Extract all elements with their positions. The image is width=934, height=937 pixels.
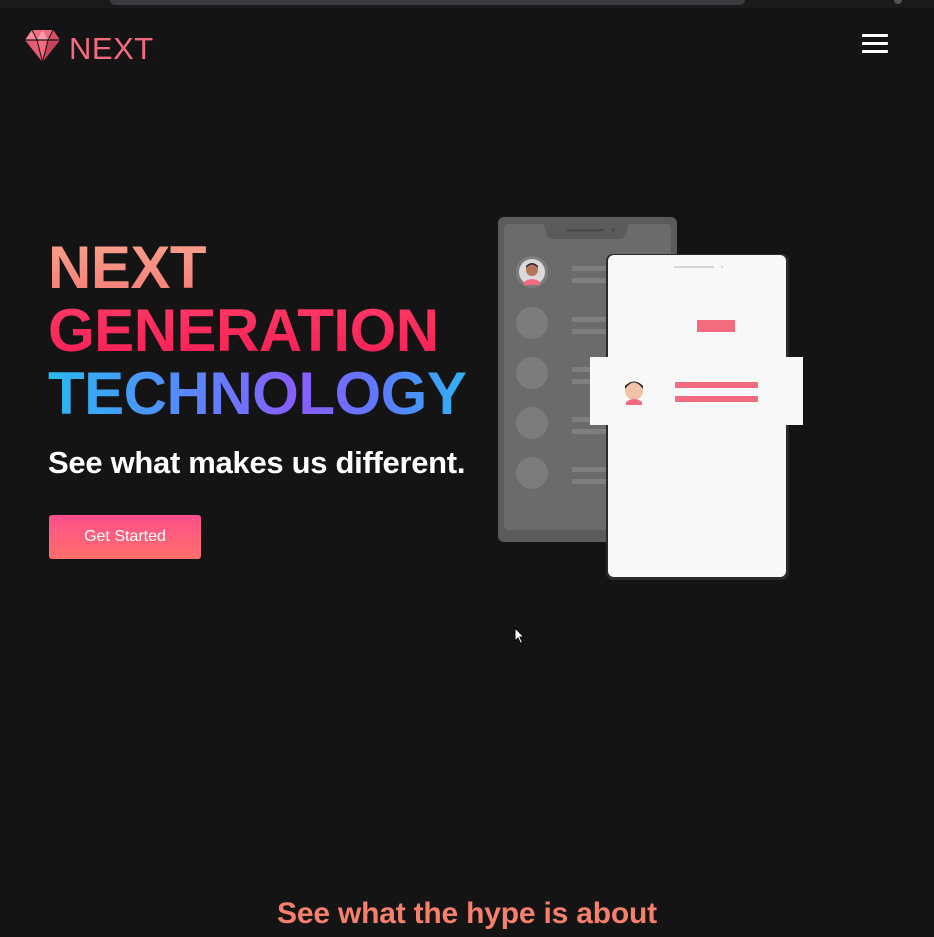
menu-bar-top: [862, 34, 888, 37]
hero-title: NEXT GENERATION TECHNOLOGY: [48, 236, 467, 427]
contact-placeholder-icon: [516, 307, 548, 339]
menu-bar-bottom: [862, 50, 888, 53]
hamburger-menu-icon[interactable]: [862, 34, 890, 58]
phone-chat-illustration: [490, 210, 810, 590]
browser-profile-icon: [894, 0, 902, 4]
hero-title-line-3: TECHNOLOGY: [48, 360, 467, 427]
mouse-cursor-icon: [514, 626, 526, 645]
message-bubble-icon: [697, 320, 735, 332]
browser-address-bar: [110, 0, 745, 5]
brand-logo-link[interactable]: NEXT: [24, 29, 154, 68]
message-card: [590, 357, 803, 425]
menu-bar-middle: [862, 42, 888, 45]
page: NEXT NEXT GENERATION TECHNOLOGY See what…: [0, 0, 934, 937]
section-title: See what the hype is about: [277, 897, 657, 930]
hero-title-line-2: GENERATION: [48, 299, 466, 362]
hero-subtitle: See what makes us different.: [48, 445, 466, 480]
browser-top-strip: [0, 0, 934, 8]
get-started-button[interactable]: Get Started: [49, 515, 201, 559]
brand-name: NEXT: [69, 31, 154, 66]
hero-title-line-1: NEXT: [48, 236, 466, 299]
diamond-icon: [24, 29, 61, 68]
